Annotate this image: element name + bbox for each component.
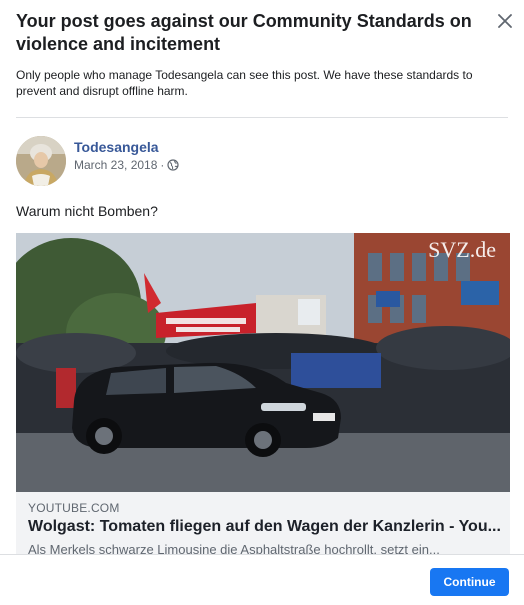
link-preview[interactable]: YOUTUBE.COM Wolgast: Tomaten fliegen auf…	[16, 492, 510, 554]
video-watermark: SVZ.de	[428, 237, 496, 262]
video-thumbnail[interactable]: SVZ.de	[16, 233, 510, 492]
dialog-title: Your post goes against our Community Sta…	[16, 11, 472, 54]
meta-separator: ·	[160, 158, 165, 172]
link-description: Als Merkels schwarze Limousine die Aspha…	[28, 542, 440, 554]
link-title[interactable]: Wolgast: Tomaten fliegen auf den Wagen d…	[28, 518, 504, 536]
close-icon	[498, 14, 512, 28]
globe-icon[interactable]	[167, 159, 179, 171]
thumbnail-image	[16, 233, 510, 492]
dialog-description: Only people who manage Todesangela can s…	[16, 68, 473, 98]
author-name[interactable]: Todesangela	[74, 139, 159, 155]
footer-divider	[0, 554, 524, 555]
divider	[16, 117, 508, 118]
violation-dialog: Your post goes against our Community Sta…	[0, 0, 524, 605]
avatar-image	[16, 136, 66, 186]
post-meta: March 23, 2018 ·	[74, 158, 179, 172]
continue-button[interactable]: Continue	[430, 568, 509, 596]
post-date[interactable]: March 23, 2018	[74, 158, 157, 172]
post-text: Warum nicht Bomben?	[16, 203, 158, 219]
author-avatar[interactable]	[16, 136, 66, 186]
link-domain: YOUTUBE.COM	[28, 501, 120, 515]
close-button[interactable]	[494, 10, 516, 32]
